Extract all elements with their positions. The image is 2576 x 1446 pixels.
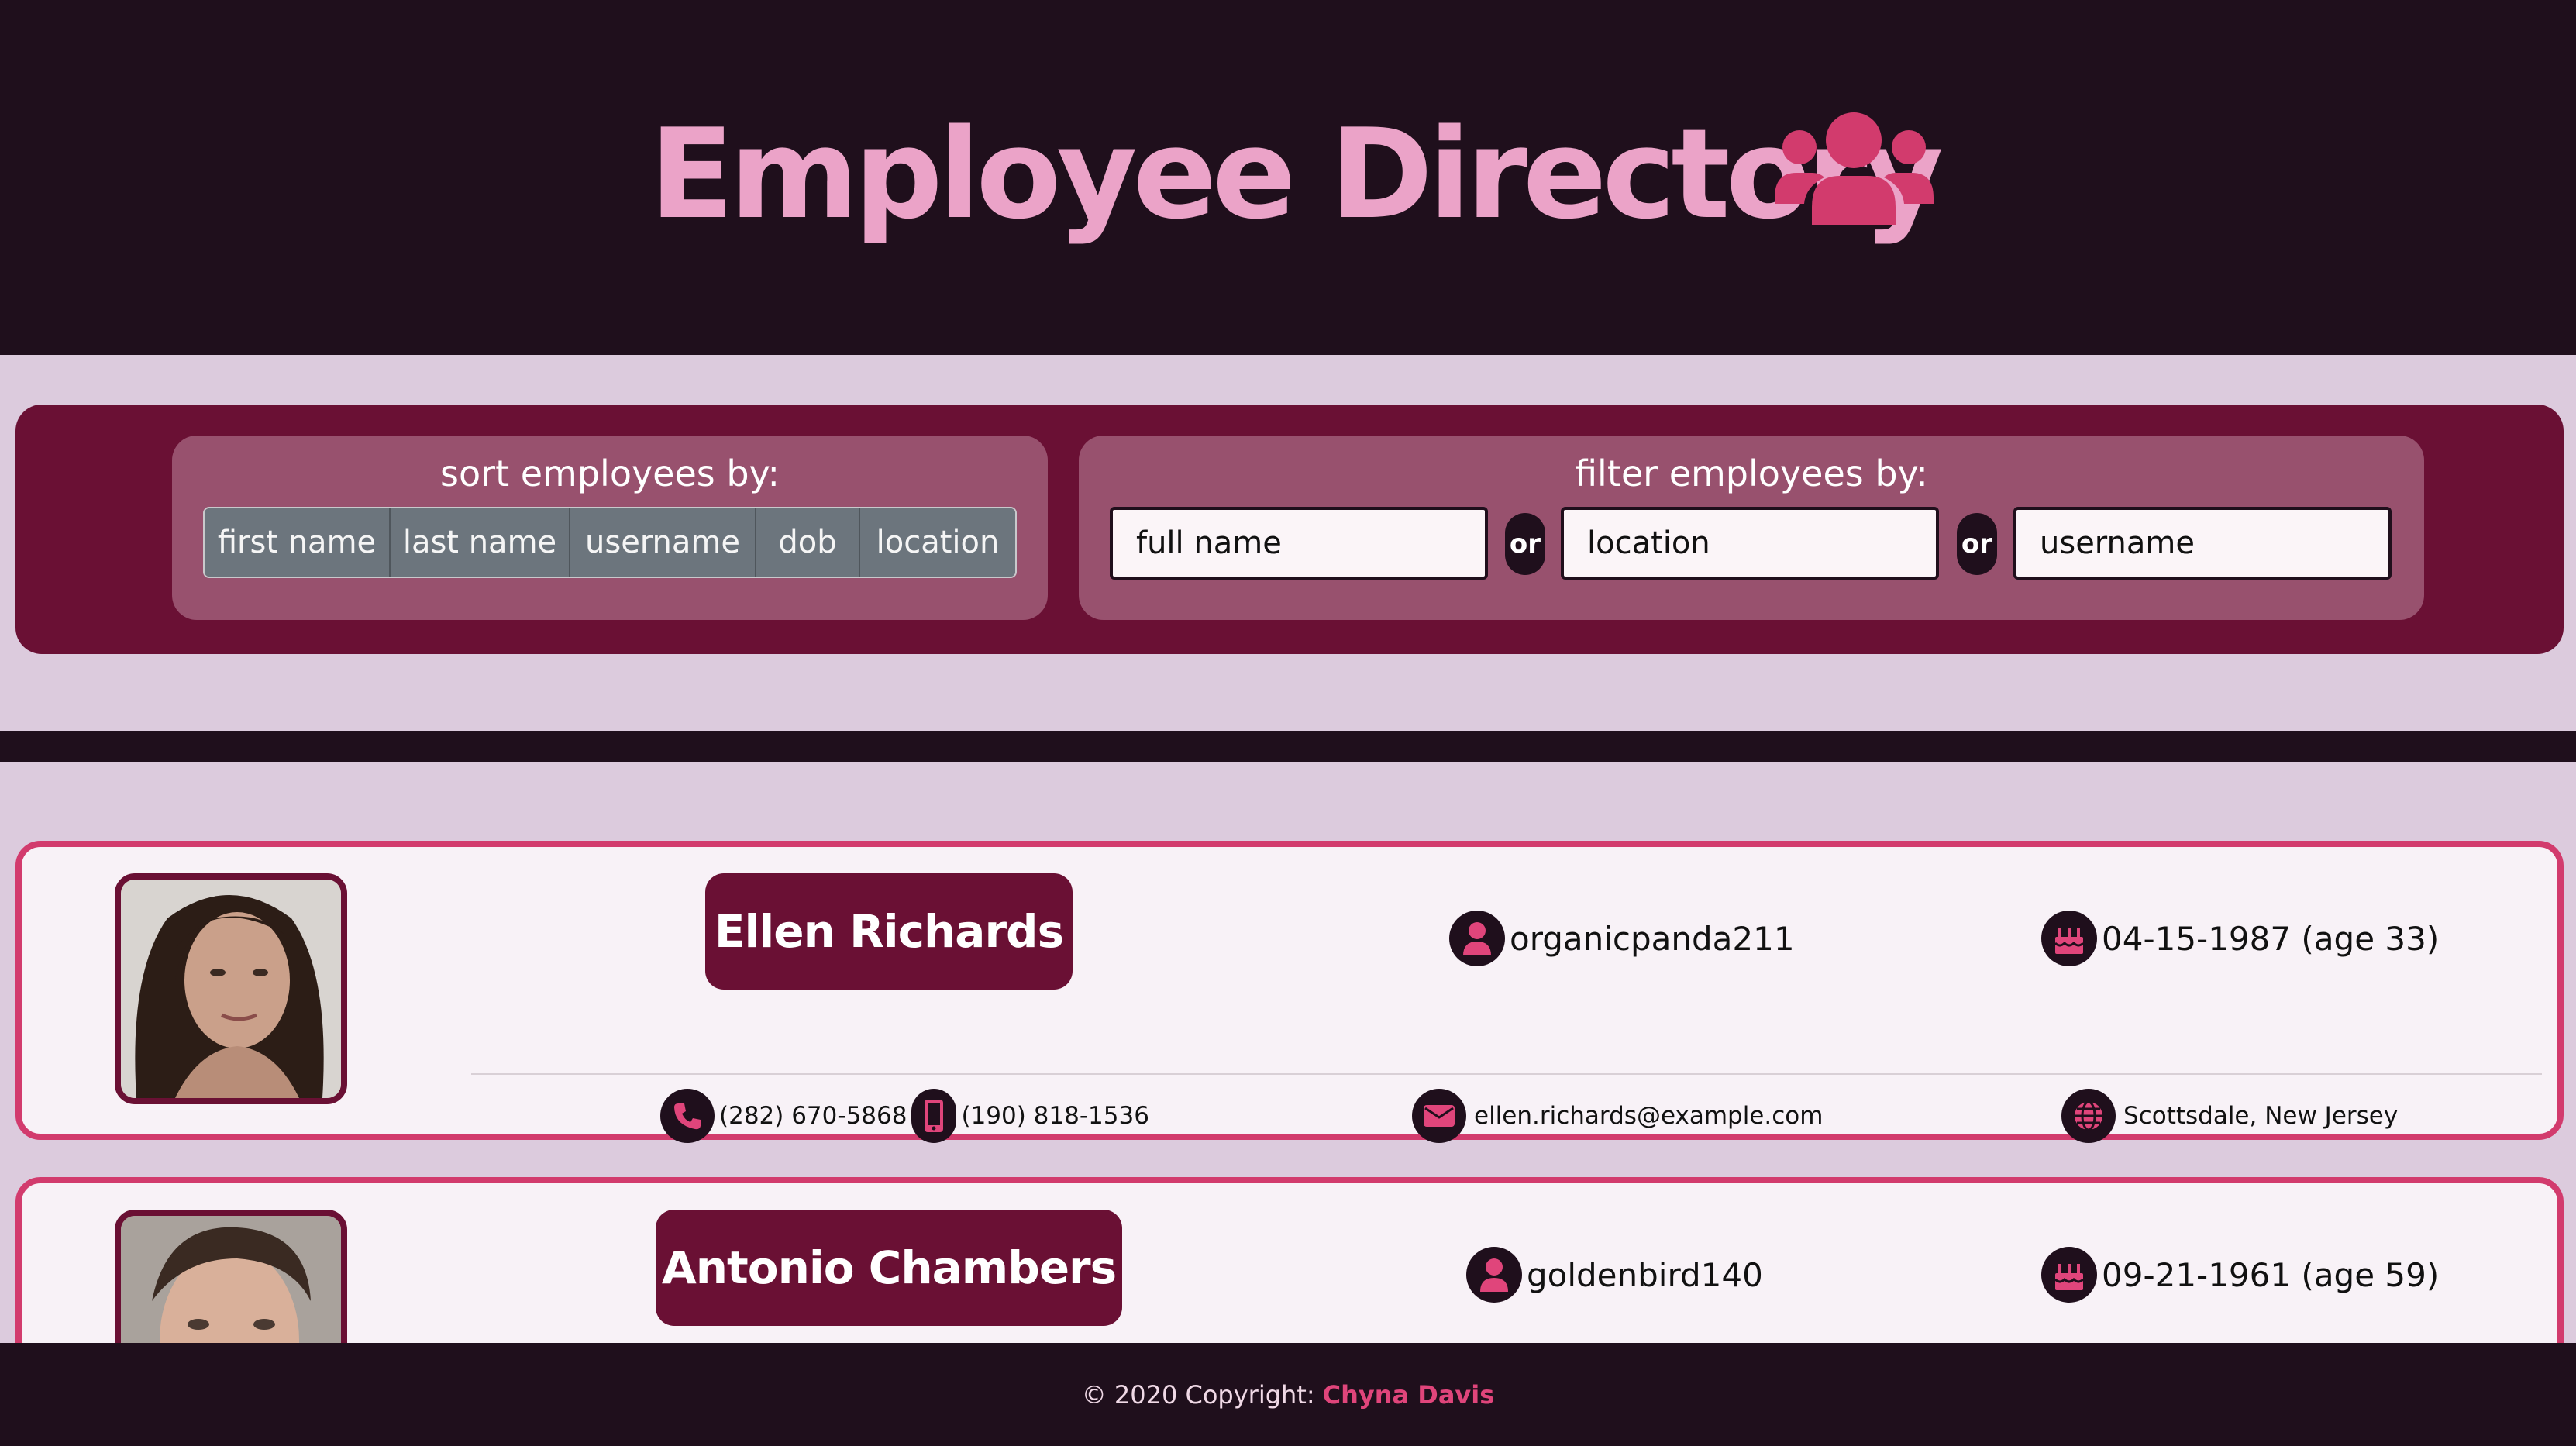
phone-icon <box>660 1089 715 1143</box>
dob-text: 09-21-1961 (age 59) <box>2102 1255 2440 1294</box>
envelope-icon <box>1412 1089 1466 1143</box>
portrait-image <box>121 1216 341 1343</box>
author-link[interactable]: Chyna Davis <box>1323 1380 1495 1410</box>
page-footer: © 2020 Copyright: Chyna Davis <box>0 1343 2576 1446</box>
user-icon <box>1449 911 1505 966</box>
username-field: goldenbird140 <box>1466 1247 1763 1303</box>
user-icon <box>1466 1247 1522 1303</box>
avatar <box>115 1210 347 1343</box>
sort-panel: sort employees by: first name last name … <box>172 436 1048 620</box>
card-divider <box>471 1073 2542 1075</box>
users-icon <box>1775 112 1934 225</box>
dob-text: 04-15-1987 (age 33) <box>2102 919 2440 958</box>
employee-list: Ellen Richards organicpanda211 04-15-198… <box>0 762 2576 1343</box>
sort-username-button[interactable]: username <box>570 508 756 577</box>
globe-icon <box>2061 1089 2116 1143</box>
sort-label: sort employees by: <box>440 453 780 494</box>
location-text: Scottsdale, New Jersey <box>2123 1102 2399 1130</box>
phone-text: (282) 670-5868 <box>719 1102 907 1130</box>
cell-text: (190) 818-1536 <box>961 1102 1149 1130</box>
birthday-cake-icon <box>2041 911 2097 966</box>
location-field: Scottsdale, New Jersey <box>2061 1089 2398 1143</box>
or-badge: or <box>1957 513 1997 575</box>
employee-card: Ellen Richards organicpanda211 04-15-198… <box>15 841 2564 1143</box>
filter-location-input[interactable] <box>1561 507 1939 580</box>
or-badge: or <box>1505 513 1545 575</box>
sort-first-name-button[interactable]: first name <box>205 508 391 577</box>
filter-label: filter employees by: <box>1575 453 1928 494</box>
email-field: ellen.richards@example.com <box>1412 1089 1823 1143</box>
dob-field: 09-21-1961 (age 59) <box>2041 1247 2439 1303</box>
page-title: Employee Directory <box>649 102 1944 246</box>
page-header: Employee Directory <box>0 0 2576 355</box>
employee-card: Antonio Chambers goldenbird140 09-21-196… <box>15 1177 2564 1343</box>
avatar <box>115 873 347 1104</box>
section-divider <box>0 731 2576 762</box>
sort-button-group: first name last name username dob locati… <box>203 507 1017 578</box>
sort-dob-button[interactable]: dob <box>756 508 860 577</box>
filter-full-name-input[interactable] <box>1110 507 1488 580</box>
mobile-icon <box>911 1089 957 1143</box>
birthday-cake-icon <box>2041 1247 2097 1303</box>
filter-username-input[interactable] <box>2013 507 2392 580</box>
sort-last-name-button[interactable]: last name <box>391 508 570 577</box>
username-field: organicpanda211 <box>1449 911 1795 966</box>
phone-field: (282) 670-5868 (190) 818-1536 <box>660 1089 1149 1143</box>
employee-name: Antonio Chambers <box>656 1210 1122 1326</box>
dob-field: 04-15-1987 (age 33) <box>2041 911 2439 966</box>
copyright-text: © 2020 Copyright: <box>1081 1379 1315 1410</box>
username-text: goldenbird140 <box>1527 1255 1763 1294</box>
sort-location-button[interactable]: location <box>860 508 1015 577</box>
employee-name: Ellen Richards <box>705 873 1073 990</box>
portrait-image <box>121 880 341 1098</box>
email-text: ellen.richards@example.com <box>1474 1102 1824 1130</box>
username-text: organicpanda211 <box>1510 919 1795 958</box>
filter-panel: filter employees by: or or <box>1079 436 2424 620</box>
